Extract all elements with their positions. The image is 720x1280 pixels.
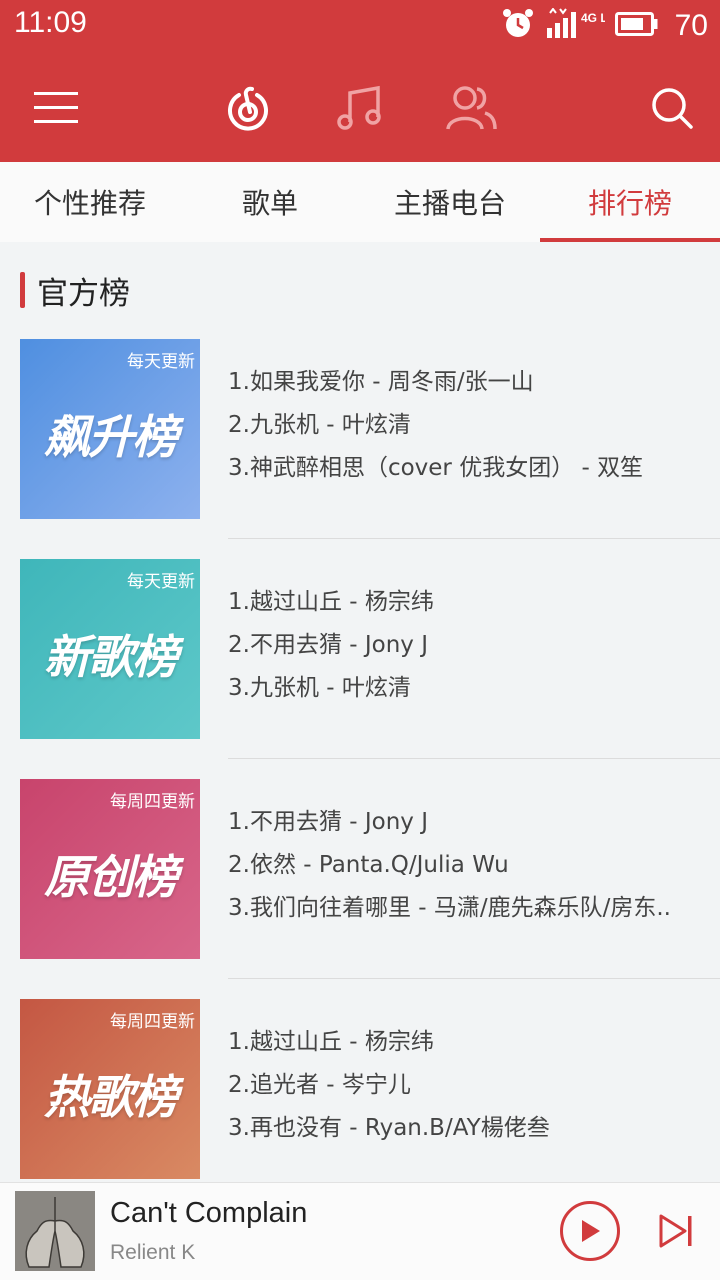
section-header: 官方榜 xyxy=(20,268,130,312)
section-accent-bar xyxy=(20,272,25,308)
chart-song: 1.越过山丘 - 杨宗纬 xyxy=(228,1029,434,1055)
tab-friends[interactable] xyxy=(444,80,500,136)
tab-recommend[interactable]: 个性推荐 xyxy=(0,162,180,242)
status-icons: 4G LTE 70 xyxy=(501,6,708,46)
mini-player[interactable]: Can't Complain Relient K xyxy=(0,1182,720,1280)
battery-level: 70 xyxy=(674,9,708,42)
next-track-button[interactable] xyxy=(652,1209,700,1253)
chart-song: 3.再也没有 - Ryan.B/AY楊佬叁 xyxy=(228,1115,550,1141)
now-playing-title: Can't Complain xyxy=(110,1197,308,1229)
menu-icon xyxy=(34,92,78,123)
divider xyxy=(228,978,720,979)
chart-song-list: 1.越过山丘 - 杨宗纬 2.不用去猜 - Jony J 3.九张机 - 叶炫清 xyxy=(228,581,708,710)
chart-song: 3.九张机 - 叶炫清 xyxy=(228,675,411,701)
chart-song: 1.不用去猜 - Jony J xyxy=(228,809,429,835)
chart-cover-title: 原创榜 xyxy=(44,850,178,904)
chart-cover[interactable]: 每天更新 飙升榜 xyxy=(20,339,200,519)
status-time: 11:09 xyxy=(14,6,87,39)
play-button[interactable] xyxy=(560,1201,620,1261)
update-badge: 每周四更新 xyxy=(110,792,195,812)
chart-item-soaring[interactable]: 每天更新 飙升榜 1.如果我爱你 - 周冬雨/张一山 2.九张机 - 叶炫清 3… xyxy=(0,339,720,559)
album-art[interactable] xyxy=(15,1191,95,1271)
alarm-icon xyxy=(501,7,535,45)
friends-icon xyxy=(446,86,497,130)
update-badge: 每周四更新 xyxy=(110,1012,195,1032)
divider xyxy=(228,538,720,539)
chart-song: 3.神武醉相思（cover 优我女团） - 双笙 xyxy=(228,455,644,481)
sub-tabs: 个性推荐 歌单 主播电台 排行榜 xyxy=(0,162,720,242)
chart-cover-title: 新歌榜 xyxy=(44,630,178,684)
chart-cover[interactable]: 每周四更新 热歌榜 xyxy=(20,999,200,1179)
chart-song: 2.依然 - Panta.Q/Julia Wu xyxy=(228,852,509,878)
chart-song-list: 1.如果我爱你 - 周冬雨/张一山 2.九张机 - 叶炫清 3.神武醉相思（co… xyxy=(228,361,708,490)
update-badge: 每天更新 xyxy=(127,352,195,372)
network-type-label: 4G LTE xyxy=(581,11,605,25)
tab-radio[interactable]: 主播电台 xyxy=(360,162,540,242)
battery-icon xyxy=(614,12,659,40)
chart-cover-title: 热歌榜 xyxy=(44,1070,178,1124)
menu-button[interactable] xyxy=(28,80,84,136)
tab-discover[interactable] xyxy=(220,80,276,136)
chart-song: 2.不用去猜 - Jony J xyxy=(228,632,429,658)
chart-song-list: 1.不用去猜 - Jony J 2.依然 - Panta.Q/Julia Wu … xyxy=(228,801,708,930)
skip-next-icon xyxy=(659,1214,692,1248)
status-bar: 11:09 4G LTE xyxy=(0,0,720,52)
chart-song: 2.追光者 - 岑宁儿 xyxy=(228,1072,411,1098)
update-badge: 每天更新 xyxy=(127,572,195,592)
app-root: 11:09 4G LTE xyxy=(0,0,720,1280)
section-title: 官方榜 xyxy=(37,275,130,312)
chart-song: 3.我们向往着哪里 - 马潇/鹿先森乐队/房东.. xyxy=(228,895,671,921)
chart-item-original[interactable]: 每周四更新 原创榜 1.不用去猜 - Jony J 2.依然 - Panta.Q… xyxy=(0,779,720,999)
chart-song-list: 1.越过山丘 - 杨宗纬 2.追光者 - 岑宁儿 3.再也没有 - Ryan.B… xyxy=(228,1021,708,1150)
divider xyxy=(228,758,720,759)
search-icon xyxy=(652,88,693,129)
chart-cover[interactable]: 每周四更新 原创榜 xyxy=(20,779,200,959)
app-header xyxy=(0,52,720,162)
chart-cover-title: 飙升榜 xyxy=(44,410,178,464)
chart-cover[interactable]: 每天更新 新歌榜 xyxy=(20,559,200,739)
chart-song: 1.如果我爱你 - 周冬雨/张一山 xyxy=(228,369,534,395)
tab-charts[interactable]: 排行榜 xyxy=(540,162,720,242)
netease-music-logo-icon xyxy=(228,86,268,131)
search-button[interactable] xyxy=(644,80,700,136)
tab-playlists[interactable]: 歌单 xyxy=(180,162,360,242)
chart-song: 1.越过山丘 - 杨宗纬 xyxy=(228,589,434,615)
signal-icon: 4G LTE xyxy=(545,7,622,44)
music-note-icon xyxy=(337,85,381,130)
chart-song: 2.九张机 - 叶炫清 xyxy=(228,412,411,438)
play-icon xyxy=(582,1220,600,1242)
tab-my-music[interactable] xyxy=(332,80,388,136)
now-playing-artist: Relient K xyxy=(110,1241,196,1264)
chart-item-new-songs[interactable]: 每天更新 新歌榜 1.越过山丘 - 杨宗纬 2.不用去猜 - Jony J 3.… xyxy=(0,559,720,779)
